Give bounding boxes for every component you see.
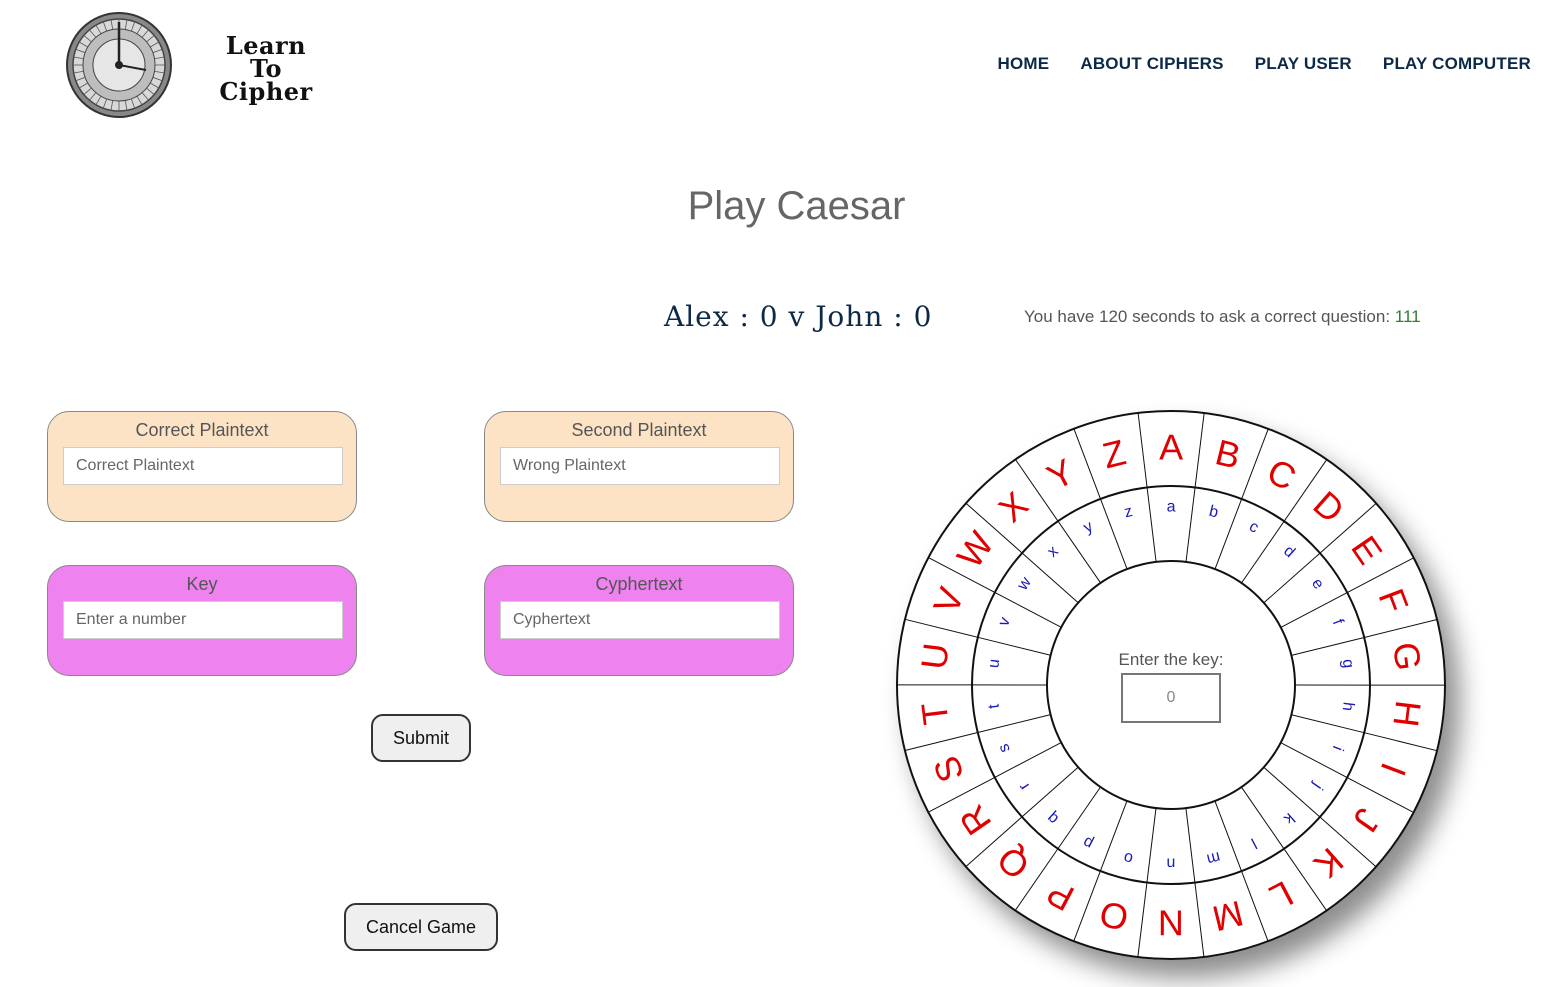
outer-letter: U (913, 641, 957, 672)
timer-count: 111 (1394, 307, 1421, 326)
second-plaintext-label: Second Plaintext (571, 420, 707, 440)
wheel-key-input[interactable] (1121, 673, 1221, 723)
timer-text: You have 120 seconds to ask a correct qu… (1024, 307, 1421, 327)
nav-play-user[interactable]: PLAY USER (1255, 54, 1352, 74)
outer-letter: N (1158, 902, 1184, 943)
cyphertext-label: Cyphertext (595, 574, 683, 594)
cancel-game-button[interactable]: Cancel Game (344, 903, 498, 951)
correct-plaintext-card: Correct Plaintext (47, 411, 357, 522)
submit-button[interactable]: Submit (371, 714, 471, 762)
key-card: Key (47, 565, 357, 676)
key-input[interactable] (63, 601, 343, 639)
score-display: Alex : 0 v John : 0 (664, 300, 933, 333)
brand-name: Learn To Cipher (196, 34, 336, 106)
logo-icon[interactable] (64, 10, 174, 120)
main-nav: HOME ABOUT CIPHERS PLAY USER PLAY COMPUT… (998, 54, 1531, 74)
cyphertext-card: Cyphertext (484, 565, 794, 676)
nav-play-computer[interactable]: PLAY COMPUTER (1383, 54, 1531, 74)
outer-letter: H (1385, 698, 1429, 729)
outer-letter: A (1159, 426, 1183, 467)
wheel-key-box: Enter the key: (1096, 650, 1246, 723)
timer-label: You have 120 seconds to ask a correct qu… (1024, 307, 1395, 326)
correct-plaintext-label: Correct Plaintext (135, 420, 269, 440)
second-plaintext-input[interactable] (500, 447, 780, 485)
correct-plaintext-input[interactable] (63, 447, 343, 485)
key-label: Key (186, 574, 218, 594)
inner-letter: a (1167, 498, 1176, 515)
brand-word: Cipher (219, 77, 313, 106)
cyphertext-input[interactable] (500, 601, 780, 639)
nav-home[interactable]: HOME (998, 54, 1050, 74)
inner-letter: n (1166, 854, 1175, 871)
nav-about-ciphers[interactable]: ABOUT CIPHERS (1080, 54, 1223, 74)
wheel-key-label: Enter the key: (1118, 650, 1224, 669)
second-plaintext-card: Second Plaintext (484, 411, 794, 522)
outer-letter: G (1385, 640, 1429, 673)
page-title: Play Caesar (687, 184, 906, 228)
